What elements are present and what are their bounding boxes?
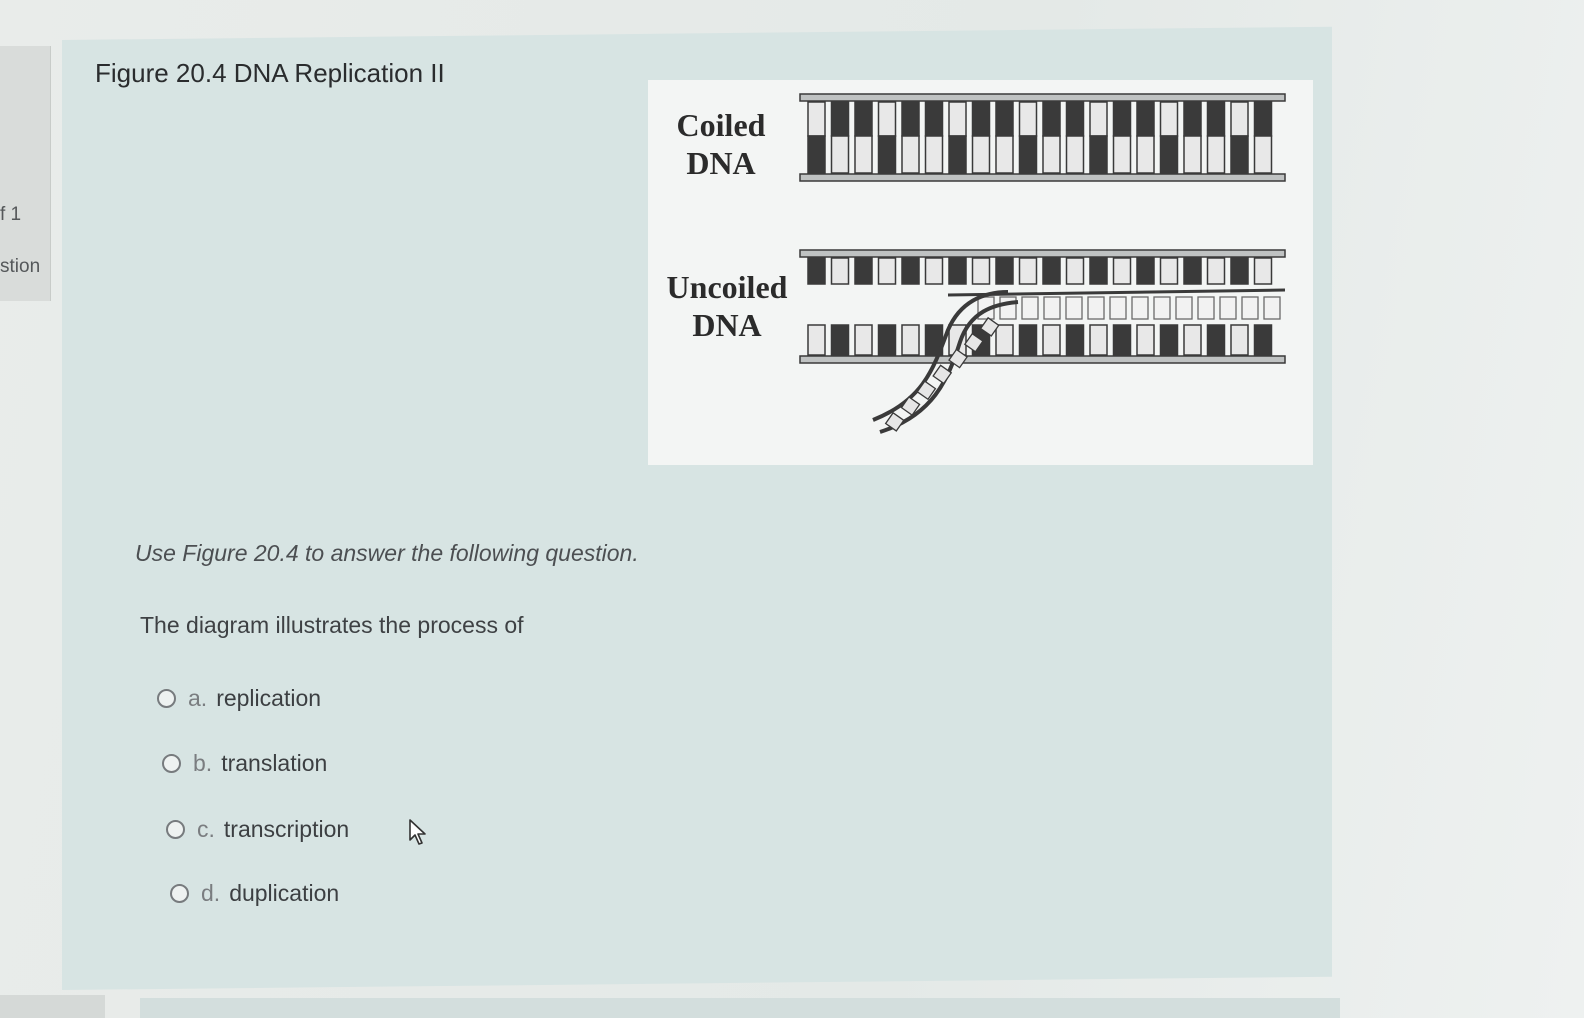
question-prompt: The diagram illustrates the process of — [140, 612, 524, 638]
option-letter: b. — [193, 750, 213, 776]
radio-c[interactable] — [166, 820, 185, 839]
radio-d[interactable] — [170, 884, 189, 903]
dna-drawing — [799, 93, 1286, 434]
page: f 1 stion Figure 20.4 DNA Replication II… — [0, 0, 1584, 1018]
option-d[interactable]: d. duplication — [170, 880, 339, 907]
radio-b[interactable] — [162, 754, 181, 773]
option-a[interactable]: a. replication — [157, 685, 321, 712]
option-b[interactable]: b. translation — [162, 750, 327, 777]
footer-strip — [0, 995, 105, 1018]
figure-title: Figure 20.4 DNA Replication II — [95, 58, 445, 88]
option-letter: c. — [197, 816, 215, 842]
option-c[interactable]: c. transcription — [166, 816, 349, 843]
mouse-pointer-icon — [409, 819, 426, 845]
question-nav-strip[interactable]: f 1 stion — [0, 46, 51, 301]
option-letter: a. — [188, 685, 208, 711]
option-text: transcription — [223, 816, 350, 842]
page-count-fragment: f 1 — [0, 204, 22, 225]
option-text: replication — [216, 685, 322, 711]
dna-figure: Coiled DNA Uncoiled DNA — [648, 80, 1313, 465]
option-text: duplication — [229, 880, 340, 906]
option-letter: d. — [201, 880, 221, 906]
question-label-fragment: stion — [0, 256, 41, 277]
footer-panel-edge — [140, 998, 1340, 1018]
option-text: translation — [221, 750, 328, 776]
radio-a[interactable] — [157, 689, 176, 708]
instructions-text: Use Figure 20.4 to answer the following … — [135, 540, 639, 566]
